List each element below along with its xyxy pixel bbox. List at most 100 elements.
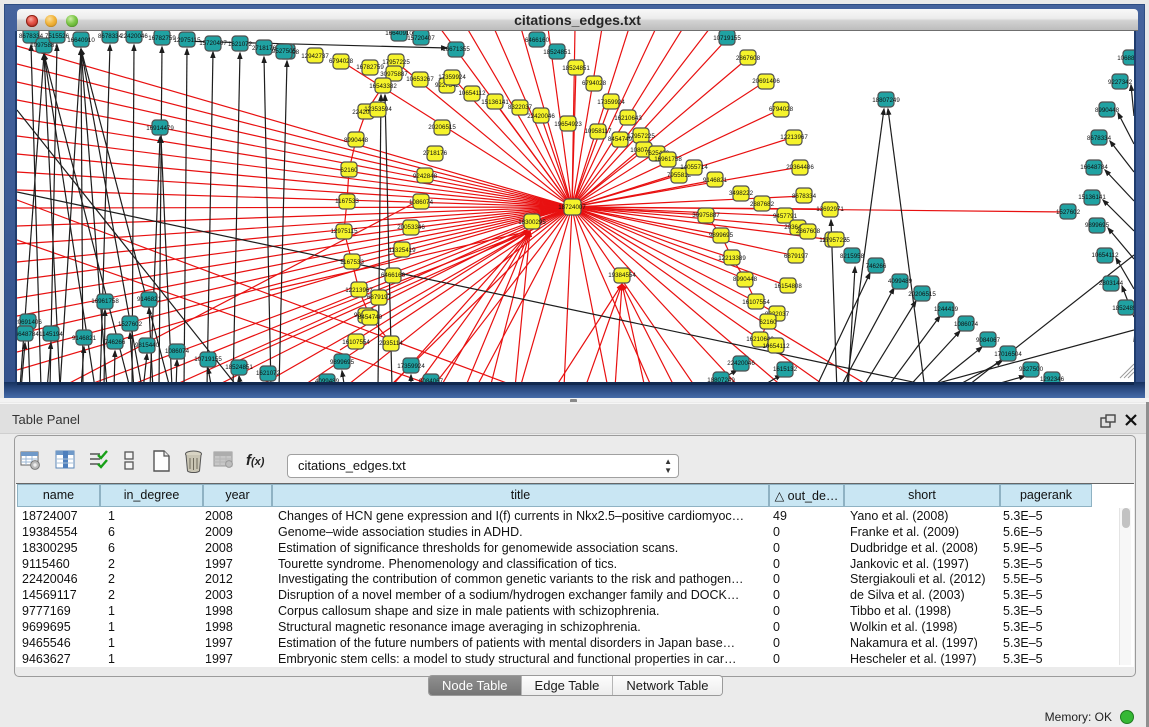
svg-text:4099489: 4099489: [888, 278, 913, 285]
svg-text:10719155: 10719155: [194, 356, 222, 363]
svg-text:20206515: 20206515: [428, 124, 456, 131]
svg-text:1621072: 1621072: [228, 41, 253, 48]
svg-text:1615132: 1615132: [773, 366, 798, 373]
svg-text:13692971: 13692971: [816, 206, 844, 213]
svg-text:10653267: 10653267: [406, 76, 434, 83]
svg-text:15136141: 15136141: [481, 99, 509, 106]
svg-text:16107554: 16107554: [342, 339, 370, 346]
svg-text:10719155: 10719155: [713, 35, 741, 42]
svg-text:1621072: 1621072: [256, 370, 281, 377]
svg-text:9527505: 9527505: [272, 48, 297, 55]
svg-text:15720407: 15720407: [199, 40, 227, 47]
svg-text:2935114: 2935114: [379, 340, 403, 347]
svg-text:8215958: 8215958: [840, 253, 865, 260]
svg-text:9457791: 9457791: [773, 213, 798, 220]
svg-text:8990448: 8990448: [344, 137, 369, 144]
svg-text:9084067: 9084067: [419, 378, 444, 382]
svg-text:2887682: 2887682: [750, 201, 775, 208]
svg-text:9242848: 9242848: [413, 173, 438, 180]
svg-text:16648784: 16648784: [17, 331, 39, 338]
svg-text:6466160: 6466160: [525, 37, 550, 44]
svg-text:17359924: 17359924: [397, 363, 425, 370]
svg-text:10654112: 10654112: [458, 90, 486, 97]
svg-text:16648784: 16648784: [1080, 164, 1108, 171]
svg-text:18524851: 18524851: [1112, 305, 1134, 312]
svg-text:18524851: 18524851: [543, 49, 571, 56]
svg-text:1167533: 1167533: [340, 259, 364, 266]
svg-text:16543382: 16543382: [369, 83, 397, 90]
svg-text:18524851: 18524851: [562, 65, 590, 72]
svg-text:12213967: 12213967: [780, 134, 808, 141]
svg-text:746266: 746266: [866, 263, 887, 270]
svg-text:10958117: 10958117: [584, 128, 612, 135]
svg-text:16782759: 16782759: [356, 64, 384, 71]
svg-text:9899695: 9899695: [330, 359, 355, 366]
svg-text:6794028: 6794028: [329, 58, 354, 65]
svg-text:16107554: 16107554: [742, 299, 770, 306]
svg-text:9899695: 9899695: [709, 232, 734, 239]
svg-text:17957225: 17957225: [382, 59, 410, 66]
svg-text:746266: 746266: [105, 339, 126, 346]
svg-text:16154808: 16154808: [774, 283, 802, 290]
svg-text:30975887: 30975887: [692, 212, 720, 219]
svg-text:17957225: 17957225: [627, 133, 655, 140]
svg-text:12975115: 12975115: [173, 37, 201, 44]
svg-text:10654112: 10654112: [762, 343, 790, 350]
svg-text:1086074: 1086074: [409, 199, 434, 206]
svg-text:11325419: 11325419: [388, 247, 416, 254]
svg-text:19654923: 19654923: [554, 121, 582, 128]
svg-text:20691406: 20691406: [752, 78, 780, 85]
svg-text:20206515: 20206515: [908, 291, 936, 298]
svg-text:20691406: 20691406: [17, 319, 42, 326]
svg-text:18724007: 18724007: [558, 204, 586, 211]
svg-text:1086074: 1086074: [954, 321, 979, 328]
svg-text:8454749: 8454749: [358, 314, 383, 321]
svg-text:1527602: 1527602: [1056, 209, 1081, 216]
svg-text:7515526: 7515526: [45, 33, 70, 40]
svg-text:12213967: 12213967: [345, 287, 373, 294]
svg-text:6879197: 6879197: [367, 294, 392, 301]
svg-text:19384554: 19384554: [608, 272, 636, 279]
svg-text:2718176: 2718176: [423, 150, 448, 157]
svg-text:1527602: 1527602: [118, 321, 143, 328]
svg-text:22420046: 22420046: [120, 33, 148, 40]
svg-text:18524851: 18524851: [225, 364, 253, 371]
svg-text:1167533: 1167533: [335, 198, 359, 205]
svg-text:9146821: 9146821: [72, 335, 97, 342]
svg-text:22420046: 22420046: [527, 113, 555, 120]
svg-text:18807249: 18807249: [707, 377, 735, 382]
svg-text:1086074: 1086074: [165, 348, 190, 355]
svg-text:18807249: 18807249: [872, 97, 900, 104]
svg-text:4099489: 4099489: [315, 378, 340, 382]
svg-text:2867608: 2867608: [736, 55, 761, 62]
svg-text:6794028: 6794028: [582, 80, 607, 87]
svg-text:8990448: 8990448: [1095, 107, 1120, 114]
svg-text:16782759: 16782759: [148, 35, 176, 42]
svg-text:22420046: 22420046: [727, 360, 755, 367]
svg-text:17957225: 17957225: [822, 237, 850, 244]
svg-text:17016504: 17016504: [994, 351, 1022, 358]
svg-text:16961758: 16961758: [654, 156, 682, 163]
svg-text:8678334: 8678334: [1087, 135, 1112, 142]
svg-text:2803144: 2803144: [1099, 280, 1124, 287]
svg-text:10654112: 10654112: [1091, 252, 1119, 259]
svg-text:6879197: 6879197: [784, 253, 809, 260]
svg-text:15720407: 15720407: [407, 35, 435, 42]
svg-text:16671355: 16671355: [442, 46, 470, 53]
svg-text:16961758: 16961758: [91, 298, 119, 305]
svg-text:6466160: 6466160: [381, 272, 406, 279]
svg-text:9327500: 9327500: [1019, 366, 1044, 373]
svg-text:30975887: 30975887: [380, 71, 408, 78]
svg-text:2867608: 2867608: [796, 228, 821, 235]
svg-text:12353594: 12353594: [364, 106, 392, 113]
svg-text:16640910: 16640910: [67, 37, 95, 44]
svg-text:9815440: 9815440: [135, 342, 160, 349]
svg-text:9084067: 9084067: [976, 337, 1001, 344]
svg-text:16914479: 16914479: [146, 125, 174, 132]
svg-text:16210643: 16210643: [614, 115, 642, 122]
svg-text:10688609: 10688609: [1117, 55, 1134, 62]
svg-text:14055714: 14055714: [680, 164, 708, 171]
svg-text:9899695: 9899695: [1085, 222, 1110, 229]
svg-text:62160: 62160: [759, 319, 777, 326]
svg-text:3498222: 3498222: [729, 190, 754, 197]
